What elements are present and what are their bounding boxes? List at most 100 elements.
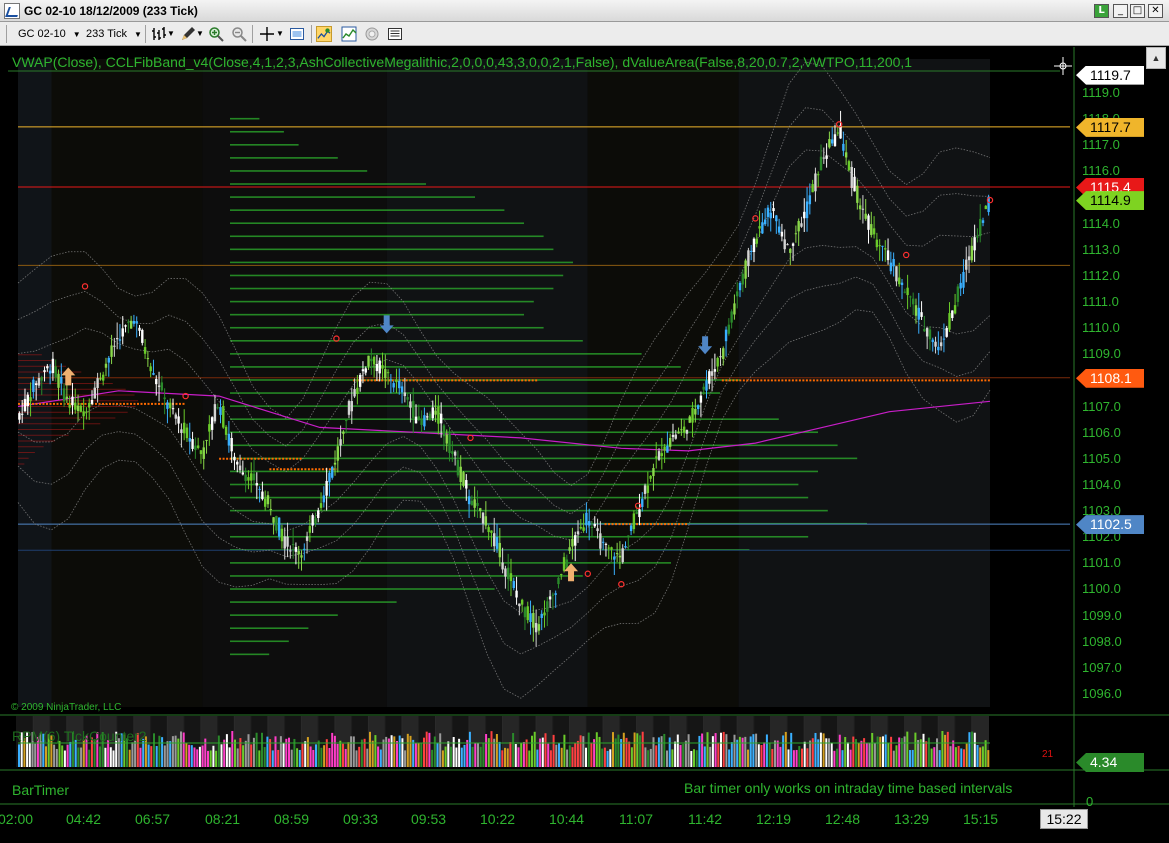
rpm-bar <box>288 737 290 767</box>
rpm-bar <box>223 739 226 767</box>
candle-body <box>358 374 362 387</box>
rpm-bar <box>209 750 212 767</box>
rpm-bar <box>582 736 585 767</box>
period-label: 233 Tick <box>86 28 127 40</box>
price-axis-label: 1101.0 <box>1082 555 1121 571</box>
candle-body <box>554 593 557 595</box>
rpm-bar <box>466 739 469 767</box>
candle-body <box>331 466 334 478</box>
volume-profile-row <box>230 196 475 198</box>
properties-icon[interactable] <box>289 26 305 42</box>
candle-body <box>272 517 275 523</box>
candle-body <box>766 207 770 217</box>
candle-body <box>104 363 108 368</box>
price-chart[interactable] <box>0 47 1169 843</box>
candle-body <box>146 358 150 360</box>
candle-body <box>755 238 758 244</box>
candle-body <box>152 373 155 375</box>
rpm-bar <box>863 738 866 767</box>
rpm-bar <box>263 747 266 767</box>
rpm-bar <box>876 736 879 767</box>
candle-body <box>886 250 890 261</box>
candle-body <box>713 369 717 372</box>
rpm-bar <box>323 745 326 767</box>
data-box-icon[interactable] <box>316 26 332 42</box>
price-axis-label: 1119.0 <box>1082 84 1120 100</box>
candle-body <box>149 366 152 372</box>
minimize-button[interactable]: _ <box>1113 4 1128 18</box>
rpm-bar <box>687 734 690 767</box>
candle-body <box>277 517 281 537</box>
candle-body <box>90 399 94 404</box>
bar-type-icon[interactable] <box>151 26 167 42</box>
candle-body <box>199 450 203 455</box>
candle-body <box>96 378 99 388</box>
candle-body <box>344 420 348 422</box>
rpm-bar <box>158 735 161 767</box>
chevron-down-icon[interactable]: ▼ <box>196 26 204 42</box>
candle-body <box>632 513 636 530</box>
candle-body <box>959 282 962 289</box>
candle-body <box>434 410 437 415</box>
draw-pencil-icon[interactable] <box>180 26 196 42</box>
price-axis-label: 1114.0 <box>1082 215 1120 231</box>
candle-body <box>205 439 208 441</box>
indicators-icon[interactable] <box>341 26 357 42</box>
rpm-bar <box>333 735 336 767</box>
rpm-bar <box>107 740 110 767</box>
price-axis-label: 1112.0 <box>1082 267 1120 283</box>
scroll-up-button[interactable]: ▲ <box>1146 47 1166 69</box>
candle-body <box>85 411 88 413</box>
zoom-out-icon[interactable] <box>231 26 247 42</box>
time-axis-label: 11:07 <box>619 811 653 827</box>
candle-body <box>445 434 448 444</box>
rpm-bar <box>606 750 609 767</box>
rpm-bar <box>981 746 984 767</box>
candle-body <box>872 228 876 235</box>
candle-body <box>398 380 401 389</box>
close-button[interactable]: ✕ <box>1148 4 1163 18</box>
zoom-in-icon[interactable] <box>208 26 224 42</box>
rpm-bar <box>231 731 234 767</box>
rpm-bar <box>598 736 601 767</box>
candle-body <box>830 139 834 144</box>
candle-body <box>481 512 485 524</box>
candle-body <box>641 498 644 507</box>
volume-profile-row <box>230 496 809 499</box>
rpm-bar <box>652 737 655 767</box>
rpm-bar <box>960 748 963 767</box>
candle-body <box>101 374 105 381</box>
instrument-selector[interactable]: GC 02-10 ▼ <box>18 26 81 42</box>
candle-body <box>920 312 923 317</box>
maximize-button[interactable]: □ <box>1130 4 1145 18</box>
candle-body <box>414 416 418 424</box>
rpm-bar <box>930 748 933 767</box>
candle-body <box>65 396 69 399</box>
rpm-bar <box>763 742 766 767</box>
candle-body <box>409 401 412 408</box>
candle-body <box>724 329 728 342</box>
period-selector[interactable]: 233 Tick ▼ <box>86 26 142 42</box>
chevron-down-icon[interactable]: ▼ <box>167 26 175 42</box>
candle-body <box>456 460 460 476</box>
crosshair-icon[interactable] <box>259 26 275 42</box>
rpm-bar <box>420 742 423 767</box>
rpm-bar <box>887 743 890 767</box>
rpm-bar <box>730 742 733 767</box>
candle-body <box>562 557 566 571</box>
candle-body <box>121 328 124 337</box>
rpm-bar <box>88 749 91 767</box>
rpm-bar <box>657 737 660 767</box>
rpm-bar <box>428 732 431 767</box>
candle-body <box>54 366 57 378</box>
strategy-icon[interactable] <box>364 26 380 42</box>
rpm-bar <box>927 737 930 767</box>
chevron-down-icon[interactable]: ▼ <box>276 26 284 42</box>
candle-body <box>828 139 831 148</box>
chart-area[interactable]: VWAP(Close), CCLFibBand_v4(Close,4,1,2,3… <box>0 47 1169 843</box>
candle-body <box>705 380 708 391</box>
chart-trader-icon[interactable] <box>387 26 403 42</box>
rpm-bar <box>258 750 261 767</box>
link-button[interactable]: L <box>1094 4 1109 18</box>
candle-body <box>490 530 493 533</box>
